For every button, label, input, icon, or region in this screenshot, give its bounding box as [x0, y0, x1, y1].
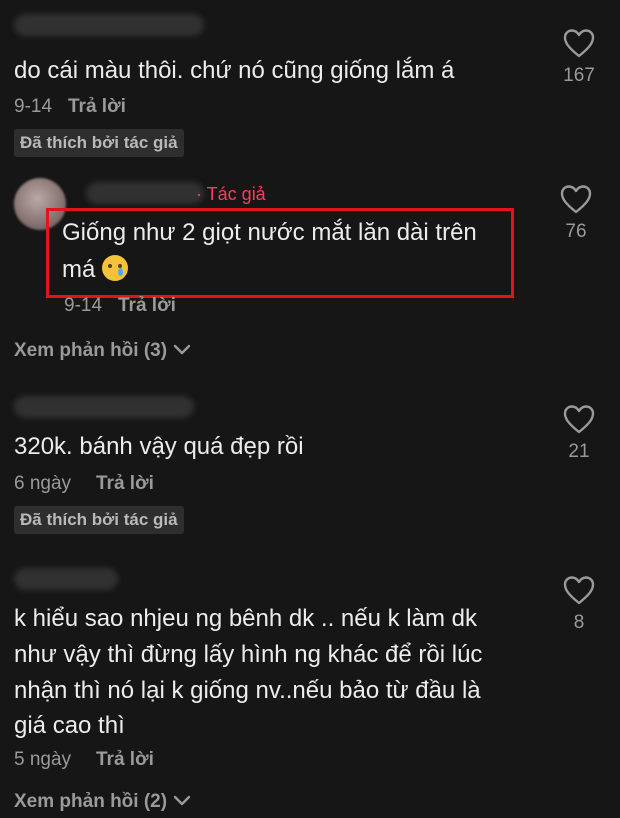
view-replies-button[interactable]: Xem phản hồi (2) — [14, 791, 191, 813]
username-blurred[interactable] — [14, 568, 118, 590]
comment-date: 9-14 — [64, 295, 103, 316]
view-replies-label: Xem phản hồi (3) — [14, 340, 168, 361]
comment-text: giá cao thì — [14, 712, 125, 739]
view-replies-button[interactable]: Xem phản hồi (3) — [14, 340, 191, 362]
comment-text-word: má — [62, 256, 96, 283]
crying-face-emoji-icon — [102, 255, 129, 281]
reply-button[interactable]: Trả lời — [68, 96, 126, 118]
username-blurred[interactable] — [14, 396, 194, 418]
comment-text: Giống như 2 giọt nước mắt lăn dài trên — [62, 219, 477, 246]
like-column: 21 — [549, 404, 609, 463]
like-count: 167 — [563, 65, 595, 86]
like-count: 8 — [573, 612, 585, 633]
comments-panel: do cái màu thôi. chứ nó cũng giống lắm á… — [0, 0, 620, 818]
liked-by-author-badge: Đã thích bởi tác giả — [14, 506, 184, 534]
chevron-down-icon — [173, 791, 191, 813]
chevron-down-icon — [173, 340, 191, 362]
heart-icon[interactable] — [563, 28, 595, 63]
author-tag: · Tác giả — [196, 184, 266, 204]
view-replies-label: Xem phản hồi (2) — [14, 791, 168, 812]
like-count: 76 — [565, 221, 587, 242]
username-blurred[interactable] — [14, 14, 204, 36]
comment-date: 5 ngày — [14, 749, 72, 770]
reply-button[interactable]: Trả lời — [118, 295, 176, 317]
comment-text-line-2: má — [62, 251, 129, 288]
like-column: 76 — [546, 184, 606, 243]
heart-icon[interactable] — [563, 575, 595, 610]
like-column: 167 — [549, 28, 609, 87]
comment-text: như vậy thì đừng lấy hình ng khác để rồi… — [14, 641, 483, 668]
heart-icon[interactable] — [563, 404, 595, 439]
like-count: 21 — [568, 441, 590, 462]
comment-text: k hiểu sao nhjeu ng bênh dk .. nếu k làm… — [14, 605, 477, 632]
comment-date: 9-14 — [14, 96, 53, 117]
comment-text: nhận thì nó lại k giống nv..nếu bảo từ đ… — [14, 677, 481, 704]
reply-button[interactable]: Trả lời — [96, 749, 154, 771]
username-blurred[interactable] — [86, 182, 204, 204]
heart-icon[interactable] — [560, 184, 592, 219]
comment-date: 6 ngày — [14, 473, 72, 494]
like-column: 8 — [549, 575, 609, 634]
reply-button[interactable]: Trả lời — [96, 473, 154, 495]
liked-by-author-badge: Đã thích bởi tác giả — [14, 129, 184, 157]
comment-text: do cái màu thôi. chứ nó cũng giống lắm á — [14, 57, 455, 84]
comment-text: 320k. bánh vậy quá đẹp rồi — [14, 433, 304, 460]
